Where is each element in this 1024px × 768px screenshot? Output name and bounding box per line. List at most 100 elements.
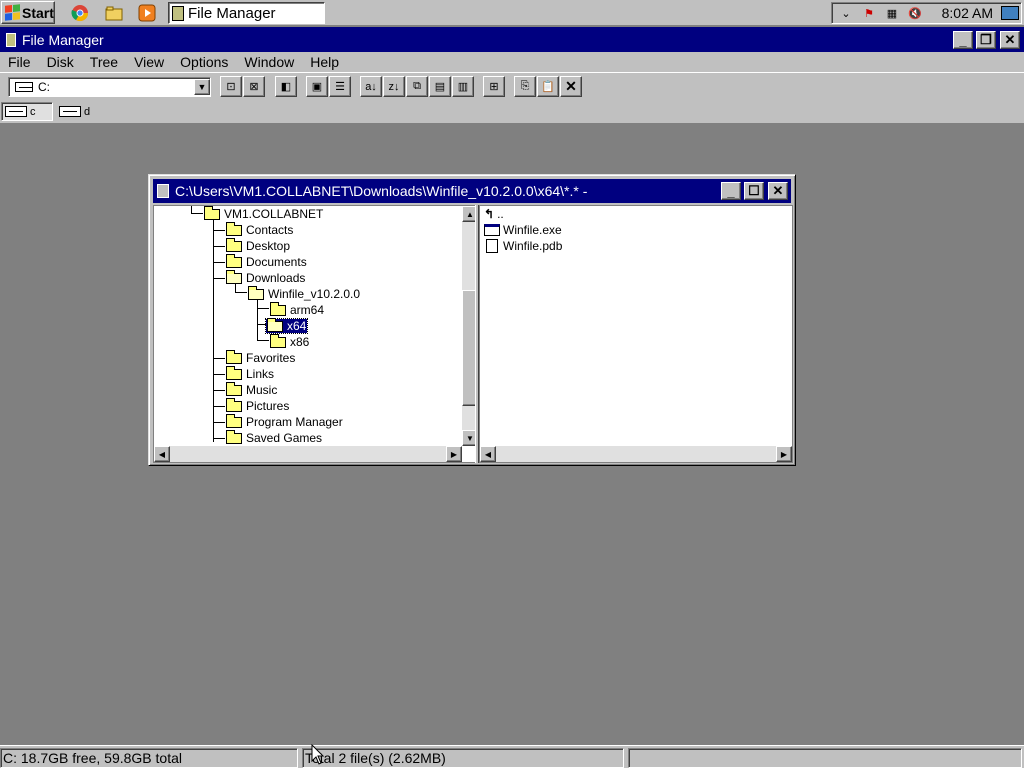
toolbar: C: ▼ ⊡ ⊠ ◧ ▣ ☰ a↓ z↓ ⧉ ▤ ▥ ⊞ ⎘ 📋 ✕ — [0, 72, 1024, 100]
directory-window-title-bar[interactable]: C:\Users\VM1.COLLABNET\Downloads\Winfile… — [153, 179, 791, 203]
menu-file[interactable]: File — [0, 54, 39, 70]
drive-button-d[interactable]: d — [56, 102, 96, 121]
tree-item-documents[interactable]: Documents — [226, 253, 307, 270]
tree-item-label: x64 — [287, 319, 307, 333]
menu-disk[interactable]: Disk — [39, 54, 82, 70]
windows-logo-icon — [5, 4, 20, 21]
dropdown-arrow-icon[interactable]: ▼ — [194, 79, 210, 95]
folder-icon — [226, 253, 242, 268]
tree-item-label: Music — [246, 383, 278, 397]
scroll-right-icon[interactable]: ▶ — [776, 446, 792, 462]
tree-item-arm64[interactable]: arm64 — [270, 301, 324, 318]
cd-drive-icon — [59, 106, 81, 117]
new-window-icon[interactable]: ⊞ — [483, 76, 505, 97]
folder-open-icon — [226, 269, 242, 284]
close-button[interactable]: ✕ — [1000, 31, 1020, 49]
folder-icon — [226, 381, 242, 396]
paste-icon[interactable]: 📋 — [537, 76, 559, 97]
app-icon[interactable] — [6, 32, 16, 47]
folder-open-icon — [248, 285, 264, 300]
tree-item-downloads[interactable]: Downloads — [226, 269, 306, 286]
start-label: Start — [22, 4, 54, 21]
chrome-icon[interactable] — [71, 4, 89, 22]
action-center-warning-icon[interactable]: ⚑ — [860, 5, 878, 21]
folder-icon — [204, 206, 220, 220]
tree-item-contacts[interactable]: Contacts — [226, 221, 293, 238]
file-item-parent[interactable]: ↰ .. — [484, 206, 504, 222]
tree-item-label: Downloads — [246, 271, 306, 285]
drive-icon — [15, 82, 33, 92]
start-button[interactable]: Start — [1, 1, 55, 24]
sort-by-date-icon[interactable]: ▤ — [429, 76, 451, 97]
connect-drive-icon[interactable]: ⊡ — [220, 76, 242, 97]
files-horizontal-scrollbar[interactable]: ◀ ▶ — [480, 446, 792, 462]
file-item-winfile-exe[interactable]: Winfile.exe — [484, 222, 562, 238]
child-minimize-button[interactable]: _ — [721, 182, 741, 200]
tree-item-label: Pictures — [246, 399, 290, 413]
restore-button[interactable]: ❐ — [976, 31, 996, 49]
tree-item-vm1-collabnet[interactable]: VM1.COLLABNET — [204, 206, 323, 222]
drive-select-value: C: — [38, 80, 50, 94]
explorer-icon[interactable] — [105, 4, 123, 22]
list-view-icon[interactable]: ☰ — [329, 76, 351, 97]
large-icons-view-icon[interactable]: ▣ — [306, 76, 328, 97]
tree-item-links[interactable]: Links — [226, 365, 274, 382]
disconnect-drive-icon[interactable]: ⊠ — [243, 76, 265, 97]
app-title-bar[interactable]: File Manager _ ❐ ✕ — [0, 27, 1024, 52]
tree-item-x64[interactable]: x64 — [264, 317, 309, 334]
menu-help[interactable]: Help — [302, 54, 347, 70]
file-item-label: Winfile.pdb — [503, 239, 563, 253]
share-icon[interactable]: ◧ — [275, 76, 297, 97]
menu-options[interactable]: Options — [172, 54, 236, 70]
tree-item-pictures[interactable]: Pictures — [226, 397, 290, 414]
clock[interactable]: 8:02 AM — [942, 5, 993, 21]
chevron-down-icon[interactable]: ⌄ — [837, 5, 855, 21]
scroll-left-icon[interactable]: ◀ — [154, 446, 170, 462]
sort-by-size-icon[interactable]: ⧉ — [406, 76, 428, 97]
drive-button-c[interactable]: c — [1, 102, 53, 121]
minimize-button[interactable]: _ — [953, 31, 973, 49]
folder-icon — [226, 413, 242, 428]
sort-by-name-icon[interactable]: a↓ — [360, 76, 382, 97]
tree-pane[interactable]: VM1.COLLABNET Contacts Desktop Documents… — [153, 205, 479, 463]
show-desktop-icon[interactable] — [1001, 6, 1019, 20]
file-list-pane[interactable]: ↰ .. Winfile.exe Winfile.pdb ◀ ▶ — [479, 205, 793, 463]
tree-item-x86[interactable]: x86 — [270, 333, 309, 350]
taskbar: Start File Manager ⌄ ⚑ ▦ 🔇 8:02 AM — [0, 0, 1024, 26]
file-item-label: .. — [497, 207, 504, 221]
mouse-cursor-icon — [311, 744, 325, 765]
tree-item-desktop[interactable]: Desktop — [226, 237, 290, 254]
tree-item-saved-games[interactable]: Saved Games — [226, 429, 322, 446]
scroll-left-icon[interactable]: ◀ — [480, 446, 496, 462]
directory-window[interactable]: C:\Users\VM1.COLLABNET\Downloads\Winfile… — [148, 174, 796, 466]
tree-horizontal-scrollbar[interactable]: ◀ ▶ — [154, 446, 462, 462]
tree-item-favorites[interactable]: Favorites — [226, 349, 295, 366]
drive-letter-c: c — [30, 105, 36, 118]
menu-view[interactable]: View — [126, 54, 172, 70]
sort-by-type-icon[interactable]: z↓ — [383, 76, 405, 97]
up-folder-icon: ↰ — [484, 207, 495, 221]
tree-item-program-manager[interactable]: Program Manager — [226, 413, 343, 430]
file-item-winfile-pdb[interactable]: Winfile.pdb — [484, 238, 562, 254]
child-close-button[interactable]: ✕ — [768, 182, 788, 200]
folder-icon — [226, 365, 242, 380]
file-manager-icon — [172, 5, 184, 21]
media-player-icon[interactable] — [138, 4, 156, 22]
menu-window[interactable]: Window — [236, 54, 302, 70]
directory-window-icon[interactable] — [157, 184, 169, 198]
volume-muted-icon[interactable]: 🔇 — [906, 5, 924, 21]
task-button-file-manager[interactable]: File Manager — [168, 2, 325, 24]
tree-item-music[interactable]: Music — [226, 381, 278, 398]
drive-select[interactable]: C: ▼ — [8, 77, 211, 97]
tree-item-winfile[interactable]: Winfile_v10.2.0.0 — [248, 285, 360, 302]
scroll-right-icon[interactable]: ▶ — [446, 446, 462, 462]
menu-tree[interactable]: Tree — [82, 54, 126, 70]
copy-icon[interactable]: ⎘ — [514, 76, 536, 97]
network-icon[interactable]: ▦ — [883, 5, 901, 21]
sort-by-properties-icon[interactable]: ▥ — [452, 76, 474, 97]
child-maximize-button[interactable]: ☐ — [744, 182, 764, 200]
app-title: File Manager — [22, 31, 104, 48]
status-bar: C: 18.7GB free, 59.8GB total Total 2 fil… — [0, 745, 1024, 768]
delete-icon[interactable]: ✕ — [560, 76, 582, 97]
folder-icon — [226, 429, 242, 444]
